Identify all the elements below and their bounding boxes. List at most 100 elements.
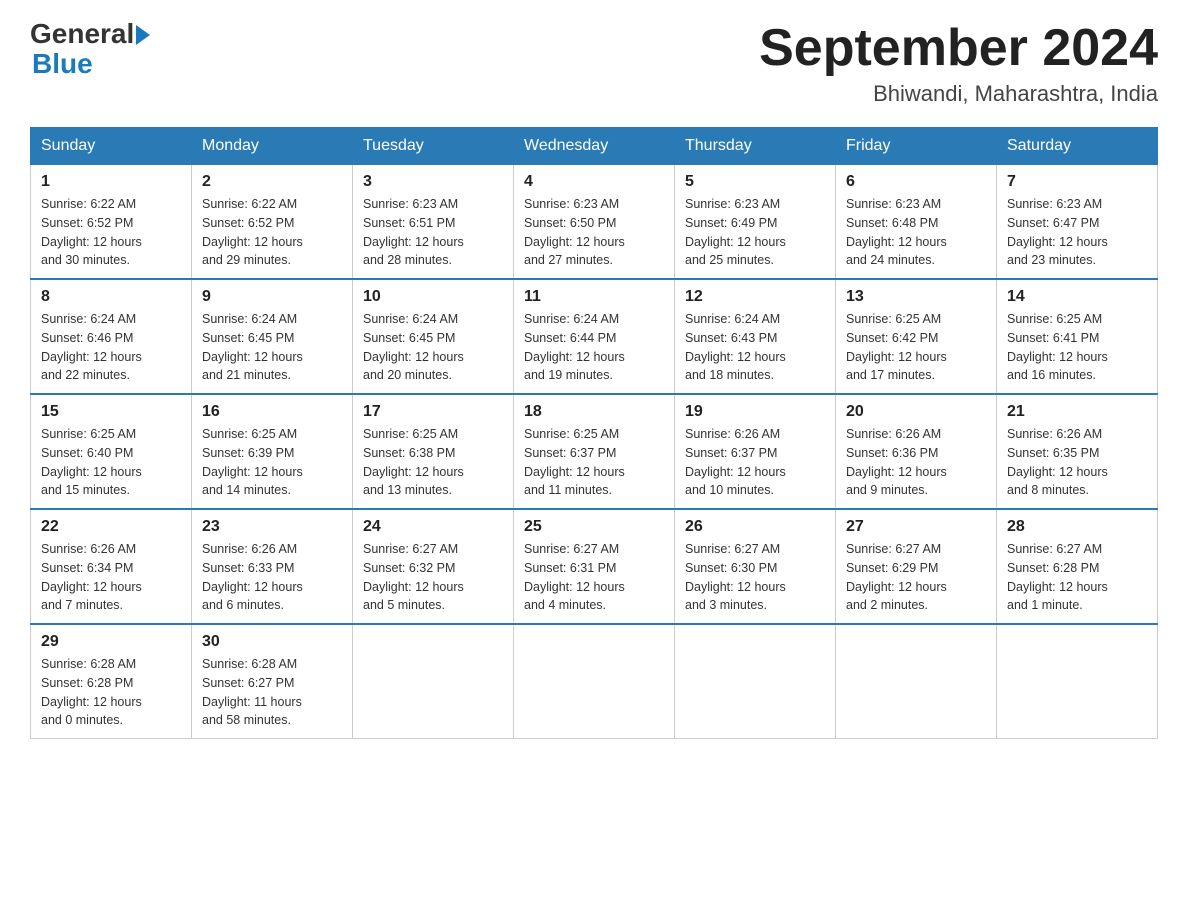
table-row: 13 Sunrise: 6:25 AM Sunset: 6:42 PM Dayl… — [836, 279, 997, 394]
day-info: Sunrise: 6:22 AM Sunset: 6:52 PM Dayligh… — [202, 195, 342, 270]
logo: General Blue — [30, 20, 150, 80]
day-number: 30 — [202, 633, 342, 651]
table-row: 5 Sunrise: 6:23 AM Sunset: 6:49 PM Dayli… — [675, 164, 836, 279]
day-info: Sunrise: 6:22 AM Sunset: 6:52 PM Dayligh… — [41, 195, 181, 270]
logo-blue: Blue — [32, 48, 93, 79]
day-number: 8 — [41, 288, 181, 306]
day-info: Sunrise: 6:27 AM Sunset: 6:28 PM Dayligh… — [1007, 540, 1147, 615]
day-number: 2 — [202, 173, 342, 191]
day-info: Sunrise: 6:23 AM Sunset: 6:48 PM Dayligh… — [846, 195, 986, 270]
day-number: 10 — [363, 288, 503, 306]
day-info: Sunrise: 6:27 AM Sunset: 6:29 PM Dayligh… — [846, 540, 986, 615]
day-info: Sunrise: 6:24 AM Sunset: 6:45 PM Dayligh… — [202, 310, 342, 385]
day-info: Sunrise: 6:27 AM Sunset: 6:30 PM Dayligh… — [685, 540, 825, 615]
table-row: 4 Sunrise: 6:23 AM Sunset: 6:50 PM Dayli… — [514, 164, 675, 279]
table-row — [675, 624, 836, 739]
table-row: 15 Sunrise: 6:25 AM Sunset: 6:40 PM Dayl… — [31, 394, 192, 509]
day-number: 9 — [202, 288, 342, 306]
day-info: Sunrise: 6:24 AM Sunset: 6:43 PM Dayligh… — [685, 310, 825, 385]
day-number: 12 — [685, 288, 825, 306]
day-number: 27 — [846, 518, 986, 536]
table-row: 18 Sunrise: 6:25 AM Sunset: 6:37 PM Dayl… — [514, 394, 675, 509]
day-info: Sunrise: 6:28 AM Sunset: 6:27 PM Dayligh… — [202, 655, 342, 730]
day-number: 17 — [363, 403, 503, 421]
table-row: 16 Sunrise: 6:25 AM Sunset: 6:39 PM Dayl… — [192, 394, 353, 509]
header-monday: Monday — [192, 128, 353, 164]
table-row: 8 Sunrise: 6:24 AM Sunset: 6:46 PM Dayli… — [31, 279, 192, 394]
table-row: 24 Sunrise: 6:27 AM Sunset: 6:32 PM Dayl… — [353, 509, 514, 624]
day-info: Sunrise: 6:23 AM Sunset: 6:47 PM Dayligh… — [1007, 195, 1147, 270]
day-number: 20 — [846, 403, 986, 421]
day-info: Sunrise: 6:23 AM Sunset: 6:49 PM Dayligh… — [685, 195, 825, 270]
table-row: 20 Sunrise: 6:26 AM Sunset: 6:36 PM Dayl… — [836, 394, 997, 509]
day-number: 1 — [41, 173, 181, 191]
calendar-week-row: 1 Sunrise: 6:22 AM Sunset: 6:52 PM Dayli… — [31, 164, 1158, 279]
day-info: Sunrise: 6:24 AM Sunset: 6:45 PM Dayligh… — [363, 310, 503, 385]
day-number: 4 — [524, 173, 664, 191]
day-info: Sunrise: 6:28 AM Sunset: 6:28 PM Dayligh… — [41, 655, 181, 730]
table-row: 9 Sunrise: 6:24 AM Sunset: 6:45 PM Dayli… — [192, 279, 353, 394]
table-row — [836, 624, 997, 739]
location-subtitle: Bhiwandi, Maharashtra, India — [759, 81, 1158, 107]
day-number: 21 — [1007, 403, 1147, 421]
title-block: September 2024 Bhiwandi, Maharashtra, In… — [759, 20, 1158, 107]
calendar-header-row: Sunday Monday Tuesday Wednesday Thursday… — [31, 128, 1158, 164]
day-number: 23 — [202, 518, 342, 536]
table-row: 28 Sunrise: 6:27 AM Sunset: 6:28 PM Dayl… — [997, 509, 1158, 624]
day-info: Sunrise: 6:26 AM Sunset: 6:37 PM Dayligh… — [685, 425, 825, 500]
table-row: 27 Sunrise: 6:27 AM Sunset: 6:29 PM Dayl… — [836, 509, 997, 624]
table-row: 26 Sunrise: 6:27 AM Sunset: 6:30 PM Dayl… — [675, 509, 836, 624]
day-info: Sunrise: 6:25 AM Sunset: 6:40 PM Dayligh… — [41, 425, 181, 500]
day-number: 29 — [41, 633, 181, 651]
table-row: 22 Sunrise: 6:26 AM Sunset: 6:34 PM Dayl… — [31, 509, 192, 624]
header-sunday: Sunday — [31, 128, 192, 164]
table-row: 2 Sunrise: 6:22 AM Sunset: 6:52 PM Dayli… — [192, 164, 353, 279]
day-info: Sunrise: 6:27 AM Sunset: 6:32 PM Dayligh… — [363, 540, 503, 615]
table-row: 7 Sunrise: 6:23 AM Sunset: 6:47 PM Dayli… — [997, 164, 1158, 279]
header-tuesday: Tuesday — [353, 128, 514, 164]
table-row — [353, 624, 514, 739]
day-info: Sunrise: 6:24 AM Sunset: 6:44 PM Dayligh… — [524, 310, 664, 385]
logo-triangle-icon — [136, 25, 150, 45]
table-row: 10 Sunrise: 6:24 AM Sunset: 6:45 PM Dayl… — [353, 279, 514, 394]
day-number: 19 — [685, 403, 825, 421]
day-info: Sunrise: 6:26 AM Sunset: 6:36 PM Dayligh… — [846, 425, 986, 500]
calendar-week-row: 15 Sunrise: 6:25 AM Sunset: 6:40 PM Dayl… — [31, 394, 1158, 509]
table-row: 17 Sunrise: 6:25 AM Sunset: 6:38 PM Dayl… — [353, 394, 514, 509]
day-number: 26 — [685, 518, 825, 536]
day-number: 24 — [363, 518, 503, 536]
table-row: 11 Sunrise: 6:24 AM Sunset: 6:44 PM Dayl… — [514, 279, 675, 394]
day-info: Sunrise: 6:25 AM Sunset: 6:41 PM Dayligh… — [1007, 310, 1147, 385]
table-row: 23 Sunrise: 6:26 AM Sunset: 6:33 PM Dayl… — [192, 509, 353, 624]
calendar-table: Sunday Monday Tuesday Wednesday Thursday… — [30, 127, 1158, 739]
day-info: Sunrise: 6:26 AM Sunset: 6:34 PM Dayligh… — [41, 540, 181, 615]
day-info: Sunrise: 6:26 AM Sunset: 6:35 PM Dayligh… — [1007, 425, 1147, 500]
day-number: 15 — [41, 403, 181, 421]
table-row: 30 Sunrise: 6:28 AM Sunset: 6:27 PM Dayl… — [192, 624, 353, 739]
calendar-week-row: 29 Sunrise: 6:28 AM Sunset: 6:28 PM Dayl… — [31, 624, 1158, 739]
day-info: Sunrise: 6:25 AM Sunset: 6:42 PM Dayligh… — [846, 310, 986, 385]
month-title: September 2024 — [759, 20, 1158, 77]
table-row: 29 Sunrise: 6:28 AM Sunset: 6:28 PM Dayl… — [31, 624, 192, 739]
day-info: Sunrise: 6:23 AM Sunset: 6:51 PM Dayligh… — [363, 195, 503, 270]
header-saturday: Saturday — [997, 128, 1158, 164]
day-number: 28 — [1007, 518, 1147, 536]
table-row: 14 Sunrise: 6:25 AM Sunset: 6:41 PM Dayl… — [997, 279, 1158, 394]
header-friday: Friday — [836, 128, 997, 164]
header-thursday: Thursday — [675, 128, 836, 164]
table-row: 6 Sunrise: 6:23 AM Sunset: 6:48 PM Dayli… — [836, 164, 997, 279]
day-number: 16 — [202, 403, 342, 421]
day-number: 3 — [363, 173, 503, 191]
table-row: 3 Sunrise: 6:23 AM Sunset: 6:51 PM Dayli… — [353, 164, 514, 279]
day-number: 14 — [1007, 288, 1147, 306]
table-row: 12 Sunrise: 6:24 AM Sunset: 6:43 PM Dayl… — [675, 279, 836, 394]
day-info: Sunrise: 6:26 AM Sunset: 6:33 PM Dayligh… — [202, 540, 342, 615]
table-row: 21 Sunrise: 6:26 AM Sunset: 6:35 PM Dayl… — [997, 394, 1158, 509]
day-info: Sunrise: 6:27 AM Sunset: 6:31 PM Dayligh… — [524, 540, 664, 615]
logo-general: General — [30, 20, 134, 48]
day-number: 13 — [846, 288, 986, 306]
day-number: 7 — [1007, 173, 1147, 191]
day-info: Sunrise: 6:25 AM Sunset: 6:37 PM Dayligh… — [524, 425, 664, 500]
day-number: 11 — [524, 288, 664, 306]
day-info: Sunrise: 6:23 AM Sunset: 6:50 PM Dayligh… — [524, 195, 664, 270]
